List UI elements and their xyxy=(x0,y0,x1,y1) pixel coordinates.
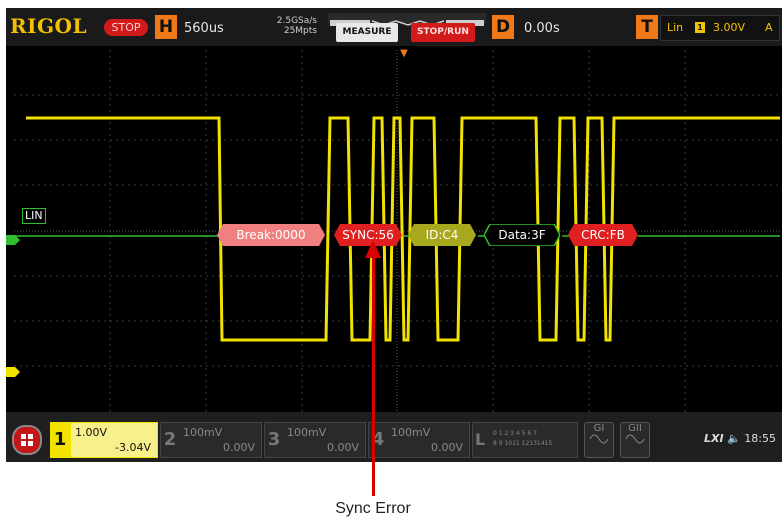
rigol-logo: RIGOL xyxy=(10,14,88,38)
channel4-box[interactable]: 4 100mV 0.00V xyxy=(368,422,470,458)
decode-break-text: Break:0000 xyxy=(236,228,306,242)
measure-button[interactable]: MEASURE xyxy=(336,23,398,42)
decode-crc-text: CRC:FB xyxy=(581,228,625,242)
channel1-settings: 1.00V -3.04V xyxy=(71,423,157,457)
top-status-bar: RIGOL STOP H 560us 2.5GSa/s 25Mpts MEASU… xyxy=(6,8,782,46)
generator2-label: GII xyxy=(628,423,642,434)
channel2-box[interactable]: 2 100mV 0.00V xyxy=(160,422,262,458)
sample-info: 2.5GSa/s 25Mpts xyxy=(257,16,317,36)
logic-row2: 8 9 1011 12131415 xyxy=(493,440,553,447)
channel1-position-marker[interactable] xyxy=(6,362,20,377)
channel2-scale: 100mV xyxy=(183,426,223,439)
channel1-scale: 1.00V xyxy=(75,426,108,439)
clock-time: 18:55 xyxy=(744,432,776,445)
system-status: LXI 🔈 18:55 xyxy=(704,432,776,445)
sine-wave-icon xyxy=(625,434,645,444)
trigger-source: 1 xyxy=(695,22,705,33)
annotation-arrow-line xyxy=(372,252,375,496)
decode-data: Data:3F xyxy=(484,224,560,246)
logic-analyzer-box[interactable]: L 0 1 2 3 4 5 6 7 8 9 1011 12131415 xyxy=(472,422,578,458)
bus-position-marker[interactable] xyxy=(6,230,20,245)
decode-crc: CRC:FB xyxy=(568,224,638,246)
channel2-offset: 0.00V xyxy=(222,441,255,454)
trigger-level: 3.00V xyxy=(713,21,746,34)
stop-run-button[interactable]: STOP/RUN xyxy=(411,23,475,42)
channel1-number: 1 xyxy=(51,423,69,457)
decode-id: ID:C4 xyxy=(408,224,476,246)
run-state-badge[interactable]: STOP xyxy=(104,19,148,36)
channel3-offset: 0.00V xyxy=(326,441,359,454)
bus-label: LIN xyxy=(22,208,46,224)
memory-depth: 25Mpts xyxy=(283,26,317,36)
delay-tag[interactable]: D xyxy=(492,15,514,39)
horizontal-tag[interactable]: H xyxy=(155,15,177,39)
speaker-icon[interactable]: 🔈 xyxy=(727,432,741,445)
lxi-icon[interactable]: LXI xyxy=(704,432,724,445)
logic-letter: L xyxy=(475,430,486,449)
channel3-box[interactable]: 3 100mV 0.00V xyxy=(264,422,366,458)
trigger-mode: A xyxy=(765,21,773,34)
home-menu-button[interactable] xyxy=(12,425,42,455)
decode-data-text: Data:3F xyxy=(498,228,546,242)
bottom-channel-bar: 1 1.00V -3.04V 2 100mV 0.00V 3 100mV 0.0… xyxy=(6,412,782,462)
channel2-number: 2 xyxy=(163,429,177,450)
timebase-value[interactable]: 560us xyxy=(184,21,224,36)
annotation-label: Sync Error xyxy=(335,500,411,517)
channel4-offset: 0.00V xyxy=(430,441,463,454)
logic-channels: 0 1 2 3 4 5 6 7 8 9 1011 12131415 xyxy=(493,429,552,449)
trigger-type: Lin xyxy=(667,21,684,34)
logic-row1: 0 1 2 3 4 5 6 7 xyxy=(493,430,537,437)
generator2-button[interactable]: GII xyxy=(620,422,650,458)
channel3-scale: 100mV xyxy=(287,426,327,439)
generator1-label: GI xyxy=(593,423,605,434)
decode-break: Break:0000 xyxy=(217,224,325,246)
sine-wave-icon xyxy=(589,434,609,444)
channel1-box[interactable]: 1 1.00V -3.04V xyxy=(50,422,158,458)
delay-value[interactable]: 0.00s xyxy=(524,21,560,36)
trigger-tag[interactable]: T xyxy=(636,15,658,39)
oscilloscope-screen: RIGOL STOP H 560us 2.5GSa/s 25Mpts MEASU… xyxy=(6,8,782,462)
trigger-settings[interactable]: Lin 1 3.00V A xyxy=(660,15,780,41)
channel1-offset: -3.04V xyxy=(115,441,151,454)
grid-menu-icon xyxy=(21,434,33,446)
sample-rate: 2.5GSa/s xyxy=(276,16,317,26)
channel3-number: 3 xyxy=(267,429,281,450)
generator1-button[interactable]: GI xyxy=(584,422,614,458)
decode-id-text: ID:C4 xyxy=(425,228,459,242)
waveform-overview-strip[interactable] xyxy=(328,13,486,26)
channel4-scale: 100mV xyxy=(391,426,431,439)
